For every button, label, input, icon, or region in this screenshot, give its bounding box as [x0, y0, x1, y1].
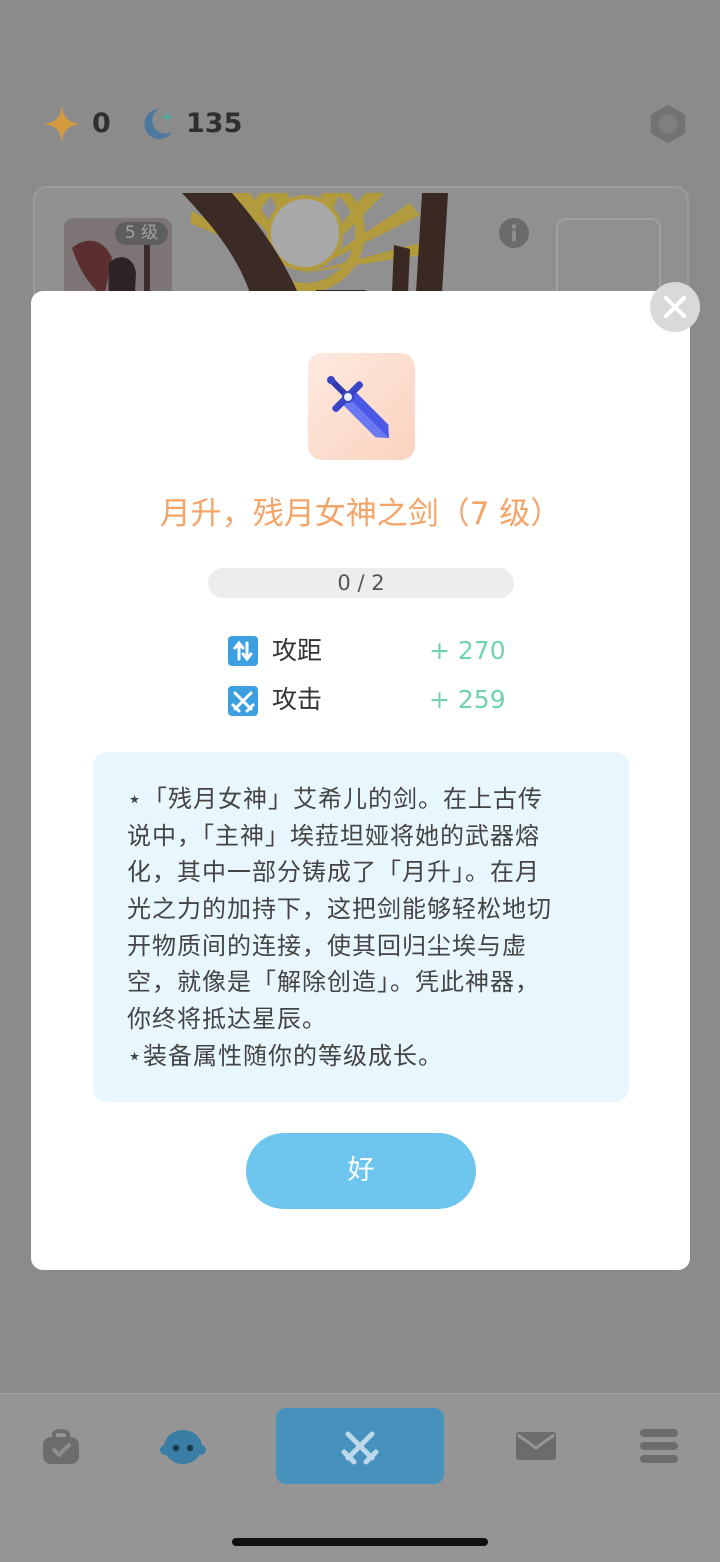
stat-value-range: + 270: [429, 636, 506, 665]
bottom-nav: [0, 1393, 720, 1562]
description-line: ⋆「残月女神」艾希儿的剑。在上古传: [127, 785, 544, 813]
description-line: 光之力的加持下，这把剑能够轻松地切: [127, 895, 552, 924]
moon-count: 135: [186, 108, 243, 139]
level-badge: 5 级: [115, 222, 168, 245]
upgrade-progress-bar: 0 / 2: [208, 568, 514, 598]
description-line: ⋆装备属性随你的等级成长。: [127, 1041, 444, 1070]
mail-icon[interactable]: [516, 1432, 556, 1460]
range-arrows-icon: [228, 636, 258, 666]
menu-icon[interactable]: [640, 1429, 678, 1463]
hero-artwork: [182, 193, 448, 293]
description-line: 开物质间的连接，使其回归尘埃与虚: [127, 931, 527, 960]
crossed-swords-icon: [341, 1431, 379, 1465]
info-icon[interactable]: [499, 218, 529, 248]
item-icon-tile: [308, 353, 415, 460]
character-face-icon[interactable]: [159, 1426, 207, 1466]
progress-text: 0 / 2: [337, 571, 385, 595]
nav-equipment-tab[interactable]: [276, 1408, 444, 1484]
description-line: 说中，「主神」埃菈坦娅将她的武器熔: [127, 821, 540, 850]
description-line: 你终将抵达星辰。: [127, 1005, 327, 1034]
item-detail-modal: 月升，残月女神之剑（7 级） 0 / 2 攻距 + 270 攻击 + 259 ⋆…: [31, 291, 690, 1270]
crossed-swords-icon: [228, 686, 258, 716]
close-button[interactable]: [650, 282, 700, 332]
hexagon-settings-icon[interactable]: [647, 103, 689, 145]
star-count: 0: [92, 108, 111, 139]
bag-icon[interactable]: [41, 1426, 81, 1466]
close-icon: [664, 296, 686, 318]
stat-value-attack: + 259: [429, 685, 506, 714]
description-line: 空，就像是「解除创造」。凭此神器，: [127, 968, 540, 997]
description-line: 化，其中一部分铸成了「月升」。在月: [127, 858, 540, 887]
star-icon: [44, 106, 80, 142]
item-name: 月升，残月女神之剑（7 级）: [159, 496, 562, 532]
stat-label-range: 攻距: [272, 636, 323, 665]
sword-icon: [327, 376, 390, 439]
description-text: ⋆「残月女神」艾希儿的剑。在上古传 说中，「主神」埃菈坦娅将她的武器熔 化，其中…: [127, 781, 617, 1075]
moon-icon: [144, 109, 173, 139]
stat-label-attack: 攻击: [272, 685, 323, 714]
confirm-button[interactable]: 好: [246, 1133, 476, 1209]
home-indicator: [232, 1538, 488, 1546]
item-description: ⋆「残月女神」艾希儿的剑。在上古传 说中，「主神」埃菈坦娅将她的武器熔 化，其中…: [93, 752, 629, 1102]
